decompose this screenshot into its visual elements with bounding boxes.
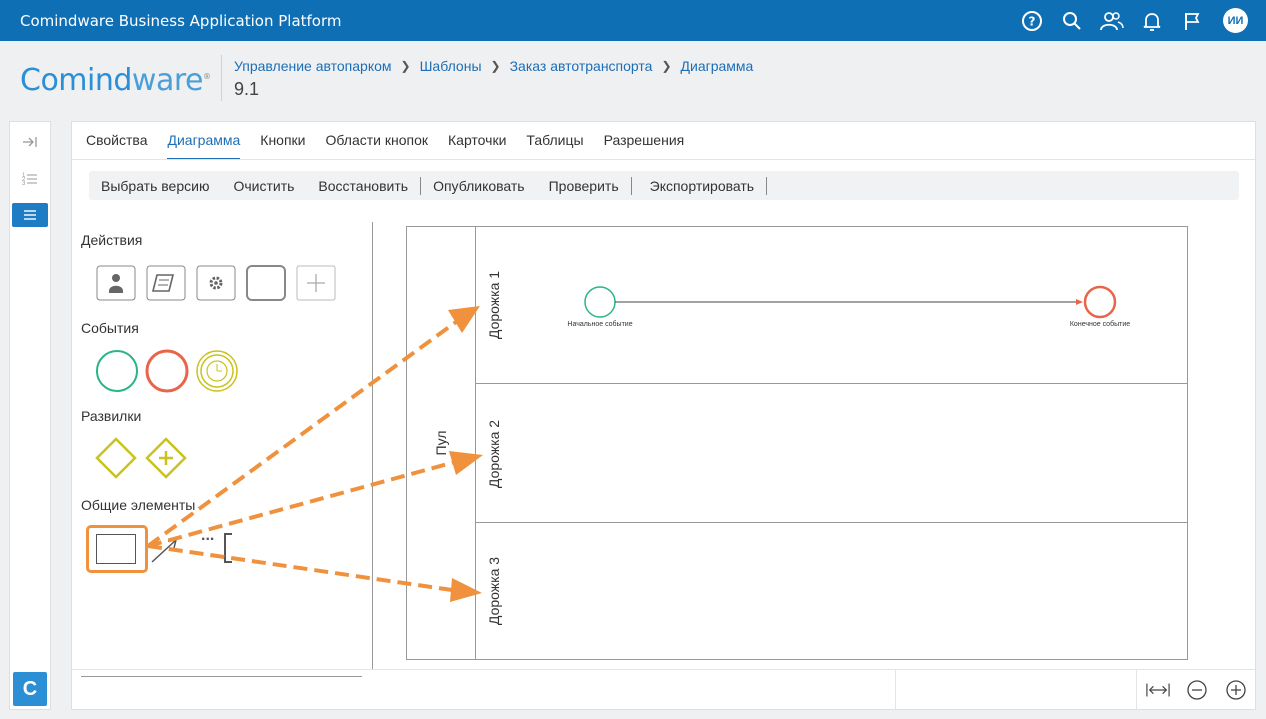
validate-button[interactable]: Проверить	[537, 178, 631, 194]
checklist-icon[interactable]: 123	[12, 167, 48, 191]
lane-3[interactable]: Дорожка 3	[476, 523, 1187, 659]
user-task-icon[interactable]	[96, 265, 136, 301]
sequence-flow-arrowhead	[1076, 299, 1083, 305]
tab-tables[interactable]: Таблицы	[526, 122, 583, 160]
more-elements-icon[interactable]: ...	[201, 527, 214, 545]
tab-diagram[interactable]: Диаграмма	[167, 122, 241, 160]
lane-label: Дорожка 3	[486, 556, 502, 626]
connector-icon[interactable]	[150, 532, 180, 566]
bpmn-canvas[interactable]: Пул Дорожка 1 Начальное событие Конечное…	[406, 226, 1188, 660]
comindware-logo: Comindware®	[20, 63, 211, 98]
pool[interactable]: Пул	[407, 227, 476, 659]
breadcrumb-item[interactable]: Заказ автотранспорта	[510, 58, 653, 74]
end-event[interactable]	[1083, 285, 1117, 319]
page-header: Comindware® Управление автопарком ❯ Шабло…	[0, 41, 1266, 113]
collapse-panel-icon[interactable]	[12, 130, 48, 154]
parallel-gateway-icon[interactable]	[145, 437, 187, 479]
diagram-editor-panel: Свойства Диаграмма Кнопки Области кнопок…	[71, 121, 1256, 710]
tab-buttons[interactable]: Кнопки	[260, 122, 305, 160]
app-title: Comindware Business Application Platform	[20, 12, 342, 30]
tab-button-areas[interactable]: Области кнопок	[326, 122, 429, 160]
actions-group	[96, 265, 336, 301]
diagram-toolbar: Выбрать версию Очистить Восстановить Опу…	[89, 171, 1239, 200]
events-group	[96, 349, 238, 393]
flow-diagram	[584, 285, 1117, 319]
svg-text:3: 3	[22, 181, 26, 186]
chevron-right-icon: ❯	[661, 59, 672, 73]
pool-label: Пул	[433, 430, 449, 456]
element-palette: Действия События Развилки Общие элементы…	[72, 214, 372, 694]
breadcrumb-item[interactable]: Управление автопарком	[234, 58, 392, 74]
help-icon[interactable]: ?	[1017, 6, 1047, 36]
tab-cards[interactable]: Карточки	[448, 122, 506, 160]
common-elements-heading: Общие элементы	[81, 497, 196, 513]
zoom-out-icon[interactable]	[1185, 678, 1209, 702]
tabs-divider	[72, 159, 1255, 160]
toolbar-separator	[766, 176, 768, 195]
users-icon[interactable]	[1097, 6, 1127, 36]
flag-icon[interactable]	[1177, 6, 1207, 36]
top-bar: Comindware Business Application Platform…	[0, 0, 1266, 41]
left-rail: 123 C	[9, 121, 51, 710]
canvas-bottom-bar	[72, 669, 1255, 710]
user-avatar[interactable]: ИИ	[1223, 8, 1248, 33]
lane-2[interactable]: Дорожка 2	[476, 384, 1187, 523]
tab-properties[interactable]: Свойства	[86, 122, 147, 160]
publish-button[interactable]: Опубликовать	[421, 178, 537, 194]
breadcrumb-item[interactable]: Шаблоны	[420, 58, 482, 74]
breadcrumb-item[interactable]: Диаграмма	[681, 58, 754, 74]
breadcrumb: Управление автопарком ❯ Шаблоны ❯ Заказ ав…	[234, 58, 753, 74]
restore-button[interactable]: Восстановить	[306, 178, 420, 194]
lane-label: Дорожка 2	[486, 419, 502, 489]
bell-icon[interactable]	[1137, 6, 1167, 36]
gateways-group	[95, 437, 187, 479]
header-divider	[221, 55, 222, 101]
palette-divider	[372, 222, 373, 669]
script-task-icon[interactable]	[146, 265, 186, 301]
timer-event-icon[interactable]	[196, 350, 238, 392]
actions-heading: Действия	[81, 232, 143, 248]
annotation-icon[interactable]	[222, 532, 234, 564]
task-icon[interactable]	[246, 265, 286, 301]
lane-1[interactable]: Дорожка 1 Начальное событие Конечное соб…	[476, 227, 1187, 384]
search-icon[interactable]	[1057, 6, 1087, 36]
add-action-icon[interactable]	[296, 265, 336, 301]
start-event-icon[interactable]	[96, 350, 138, 392]
menu-icon[interactable]	[12, 203, 48, 227]
version-label: 9.1	[234, 79, 260, 99]
gateways-heading: Развилки	[81, 408, 142, 424]
end-event-icon[interactable]	[145, 349, 189, 393]
events-heading: События	[81, 320, 139, 336]
chevron-right-icon: ❯	[490, 59, 501, 73]
comindware-c-icon[interactable]: C	[13, 672, 47, 706]
exclusive-gateway-icon[interactable]	[95, 437, 137, 479]
bottom-bar-separator	[1136, 670, 1137, 710]
clear-button[interactable]: Очистить	[221, 178, 306, 194]
zoom-in-icon[interactable]	[1224, 678, 1248, 702]
tab-permissions[interactable]: Разрешения	[604, 122, 685, 160]
select-version-button[interactable]: Выбрать версию	[89, 178, 221, 194]
export-button[interactable]: Экспортировать	[632, 178, 766, 194]
start-event-label: Начальное событие	[567, 321, 633, 328]
svg-text:?: ?	[1029, 14, 1036, 28]
end-event-label: Конечное событие	[1069, 321, 1131, 328]
bottom-bar-separator	[895, 670, 896, 710]
service-task-icon[interactable]	[196, 265, 236, 301]
tab-bar: Свойства Диаграмма Кнопки Области кнопок…	[86, 122, 684, 160]
start-event[interactable]	[584, 286, 616, 318]
chevron-right-icon: ❯	[400, 59, 411, 73]
lane-element-icon[interactable]	[96, 534, 136, 564]
fit-width-icon[interactable]	[1146, 678, 1170, 702]
